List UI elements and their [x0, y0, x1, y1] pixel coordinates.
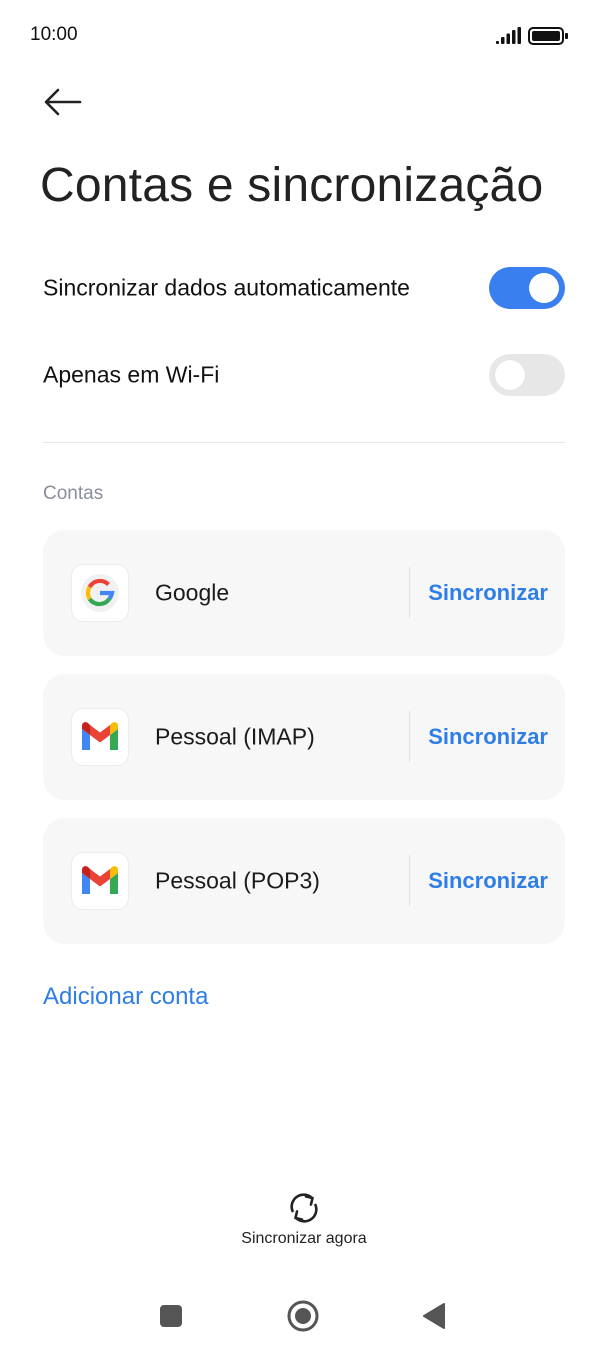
signal-icon: [496, 27, 521, 44]
auto-sync-toggle[interactable]: [489, 267, 565, 309]
battery-icon: [528, 27, 568, 45]
setting-row-auto-sync[interactable]: Sincronizar dados automaticamente: [43, 263, 565, 313]
refresh-icon: [290, 1193, 318, 1223]
back-triangle-icon: [423, 1303, 445, 1329]
gmail-icon: [71, 852, 129, 910]
vertical-divider: [409, 711, 410, 763]
toggle-knob: [529, 273, 559, 303]
setting-label-auto-sync: Sincronizar dados automaticamente: [43, 274, 410, 301]
sync-button-imap[interactable]: Sincronizar: [428, 724, 548, 750]
back-button[interactable]: [36, 82, 88, 122]
add-account-link[interactable]: Adicionar conta: [43, 983, 208, 1011]
vertical-divider: [409, 567, 410, 619]
divider: [43, 442, 565, 443]
sync-now-label: Sincronizar agora: [241, 1230, 367, 1247]
gmail-icon: [71, 708, 129, 766]
recents-square-icon: [160, 1305, 182, 1327]
account-card-pop3[interactable]: Pessoal (POP3) Sincronizar: [43, 818, 565, 944]
section-header-accounts: Contas: [43, 483, 104, 504]
recents-button[interactable]: [149, 1294, 193, 1338]
wifi-only-toggle[interactable]: [489, 354, 565, 396]
status-bar: 10:00: [0, 0, 608, 76]
account-name: Pessoal (IMAP): [155, 723, 315, 750]
sync-button-pop3[interactable]: Sincronizar: [428, 868, 548, 894]
status-time: 10:00: [30, 24, 78, 45]
nav-back-button[interactable]: [412, 1294, 456, 1338]
sync-button-google[interactable]: Sincronizar: [428, 580, 548, 606]
home-button[interactable]: [281, 1294, 325, 1338]
account-name: Pessoal (POP3): [155, 867, 320, 894]
toggle-knob: [495, 360, 525, 390]
vertical-divider: [409, 855, 410, 907]
account-card-imap[interactable]: Pessoal (IMAP) Sincronizar: [43, 674, 565, 800]
google-icon: [71, 564, 129, 622]
status-icons: [496, 26, 572, 46]
navigation-bar: [0, 1280, 608, 1352]
account-name: Google: [155, 579, 230, 606]
setting-row-wifi-only[interactable]: Apenas em Wi-Fi: [43, 350, 565, 400]
arrow-left-icon: [44, 88, 82, 116]
account-card-google[interactable]: Google Sincronizar: [43, 530, 565, 656]
setting-label-wifi-only: Apenas em Wi-Fi: [43, 361, 220, 388]
home-circle-icon: [287, 1300, 319, 1332]
page-title: Contas e sincronização: [40, 159, 544, 212]
sync-now-button[interactable]: Sincronizar agora: [204, 1190, 404, 1254]
